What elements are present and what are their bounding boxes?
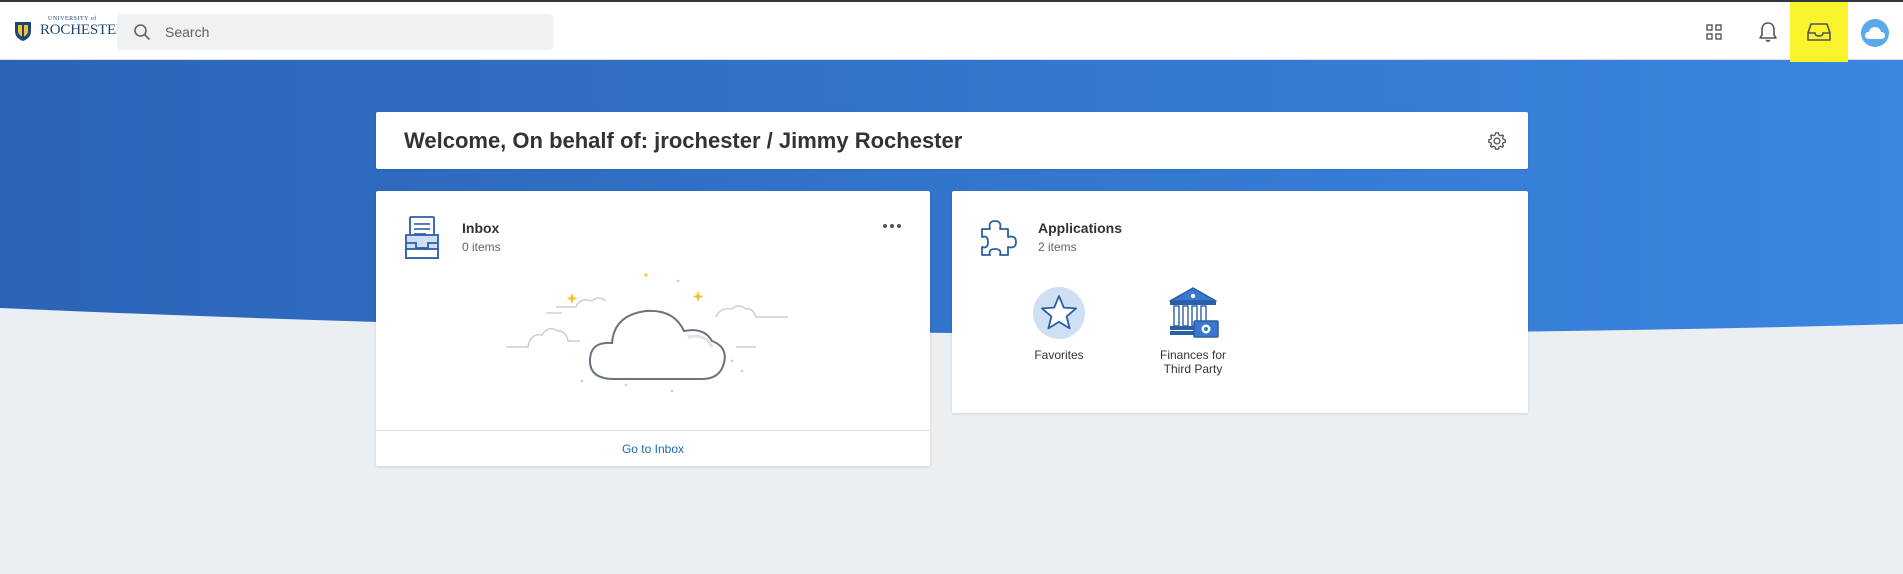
search-bar xyxy=(117,14,553,50)
inbox-title[interactable]: Inbox xyxy=(462,220,499,236)
applications-card: Applications 2 items Favorites Finances … xyxy=(952,191,1528,413)
more-dot-icon xyxy=(897,224,901,228)
welcome-title: Welcome, On behalf of: jrochester / Jimm… xyxy=(404,128,963,153)
gear-icon[interactable] xyxy=(1486,130,1508,152)
finances-third-party-label: Finances for Third Party xyxy=(1159,348,1227,376)
go-to-inbox-link[interactable]: Go to Inbox xyxy=(622,442,684,456)
favorites-app-tile[interactable]: Favorites xyxy=(1004,286,1114,362)
more-dot-icon xyxy=(883,224,887,228)
inbox-card: Inbox 0 items Go to Inbox xyxy=(376,191,930,466)
star-icon xyxy=(1033,287,1085,339)
empty-inbox-cloud-illustration xyxy=(506,273,788,393)
cloud-avatar-icon xyxy=(1865,27,1885,39)
welcome-banner: Welcome, On behalf of: jrochester / Jimm… xyxy=(376,112,1528,169)
inbox-tray-icon xyxy=(1807,23,1831,41)
inbox-count: 0 items xyxy=(462,240,501,254)
bank-money-icon xyxy=(1169,287,1219,338)
notifications-button[interactable] xyxy=(1752,16,1784,48)
favorites-label: Favorites xyxy=(1034,348,1084,362)
applications-count: 2 items xyxy=(1038,240,1077,254)
more-options-button[interactable] xyxy=(880,218,904,234)
profile-avatar[interactable] xyxy=(1861,19,1889,47)
inbox-button[interactable] xyxy=(1803,16,1835,48)
apps-grid-button[interactable] xyxy=(1698,16,1730,48)
university-logo[interactable]: UNIVERSITY of ROCHESTER xyxy=(12,16,126,44)
logo-main-text: ROCHESTER xyxy=(40,22,126,38)
inbox-footer: Go to Inbox xyxy=(376,430,930,466)
puzzle-piece-icon xyxy=(981,220,1017,256)
inbox-stack-icon xyxy=(405,216,439,259)
top-navigation-bar: UNIVERSITY of ROCHESTER xyxy=(0,0,1903,62)
bell-icon xyxy=(1759,22,1777,42)
shield-crest-icon xyxy=(15,22,31,41)
applications-title[interactable]: Applications xyxy=(1038,220,1122,236)
search-input[interactable] xyxy=(165,14,535,50)
more-dot-icon xyxy=(890,224,894,228)
apps-grid-icon xyxy=(1706,24,1722,40)
search-icon xyxy=(134,24,150,40)
finances-third-party-app-tile[interactable]: Finances for Third Party xyxy=(1138,286,1248,376)
